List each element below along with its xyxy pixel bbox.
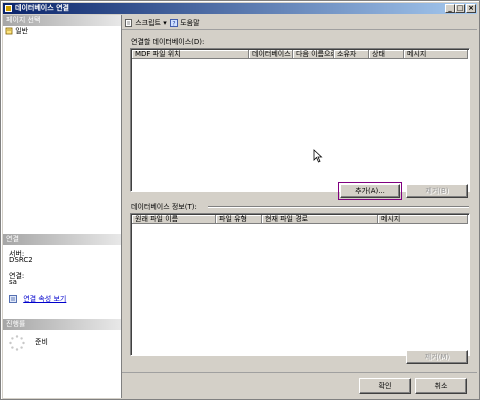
add-button[interactable]: 추가(A)...	[338, 182, 402, 200]
help-button[interactable]: ? 도움말	[170, 18, 200, 28]
title-bar: 데이터베이스 연결 _ □ ×	[3, 3, 477, 14]
cancel-button[interactable]: 취소	[415, 378, 467, 394]
remove-database-button[interactable]: 제거(B)	[406, 184, 468, 198]
window-title: 데이터베이스 연결	[15, 4, 69, 12]
page-select-header: 페이지 선택	[3, 15, 121, 26]
ok-button[interactable]: 확인	[359, 378, 411, 394]
close-button[interactable]: ×	[466, 4, 476, 13]
server-value: DSRC2	[9, 256, 33, 264]
dialog-footer: 확인 취소	[122, 372, 477, 399]
minimize-button[interactable]: _	[445, 4, 455, 13]
grid-header: 원래 파일 이름 파일 유형 현재 파일 경로 메시지	[132, 215, 468, 224]
properties-icon	[9, 295, 17, 303]
script-label: 스크립트	[135, 19, 161, 27]
details-divider	[208, 206, 469, 208]
script-icon	[125, 19, 132, 27]
progress-status: 준비	[35, 338, 48, 346]
column-header[interactable]: 원래 파일 이름	[132, 215, 216, 224]
connection-value: sa	[9, 278, 17, 286]
sidebar: 페이지 선택 일반 연결 서버: DSRC2 연결: sa 연결 속성 보기 진…	[3, 15, 122, 398]
column-header[interactable]: 현재 파일 경로	[262, 215, 378, 224]
column-header[interactable]: 메시지	[378, 215, 468, 224]
column-header[interactable]: 메시지	[404, 50, 468, 59]
attach-databases-grid[interactable]: MDF 파일 위치 데이터베이스 다음 이름으로... 소유자 상태 메시지	[130, 48, 470, 192]
database-icon	[5, 5, 12, 12]
database-details-label: 데이터베이스 정보(T):	[131, 203, 197, 211]
attach-databases-label: 연결할 데이터베이스(D):	[131, 38, 205, 46]
view-properties-row[interactable]: 연결 속성 보기	[9, 294, 66, 304]
grid-header: MDF 파일 위치 데이터베이스 다음 이름으로... 소유자 상태 메시지	[132, 50, 468, 59]
page-icon	[5, 27, 13, 35]
attach-database-window: 데이터베이스 연결 _ □ × 페이지 선택 일반 연결 서버: DSRC2 연…	[0, 0, 480, 400]
chevron-down-icon: ▾	[163, 19, 167, 27]
column-header[interactable]: 다음 이름으로...	[293, 50, 334, 59]
maximize-button[interactable]: □	[455, 4, 465, 13]
sidebar-item-label: 일반	[15, 27, 29, 35]
database-details-grid[interactable]: 원래 파일 이름 파일 유형 현재 파일 경로 메시지	[130, 213, 470, 356]
progress-spinner-icon	[9, 335, 25, 351]
column-header[interactable]: 데이터베이스	[249, 50, 293, 59]
column-header[interactable]: 소유자	[334, 50, 369, 59]
toolbar: 스크립트 ▾ ? 도움말	[122, 15, 477, 30]
main-panel: 스크립트 ▾ ? 도움말 연결할 데이터베이스(D): MDF 파일 위치 데이…	[122, 15, 477, 371]
view-connection-properties-link[interactable]: 연결 속성 보기	[23, 295, 66, 303]
column-header[interactable]: 상태	[369, 50, 404, 59]
column-header[interactable]: 파일 유형	[216, 215, 262, 224]
help-icon: ?	[170, 19, 178, 28]
column-header[interactable]: MDF 파일 위치	[132, 50, 249, 59]
progress-header: 진행률	[3, 319, 121, 330]
connection-header: 연결	[3, 234, 121, 245]
sidebar-item-general[interactable]: 일반	[5, 26, 28, 36]
remove-file-button[interactable]: 제거(M)	[406, 350, 468, 364]
mouse-cursor-icon	[313, 149, 323, 163]
help-label: 도움말	[180, 19, 200, 27]
script-button[interactable]: 스크립트 ▾	[125, 18, 167, 28]
svg-text:?: ?	[172, 21, 175, 28]
